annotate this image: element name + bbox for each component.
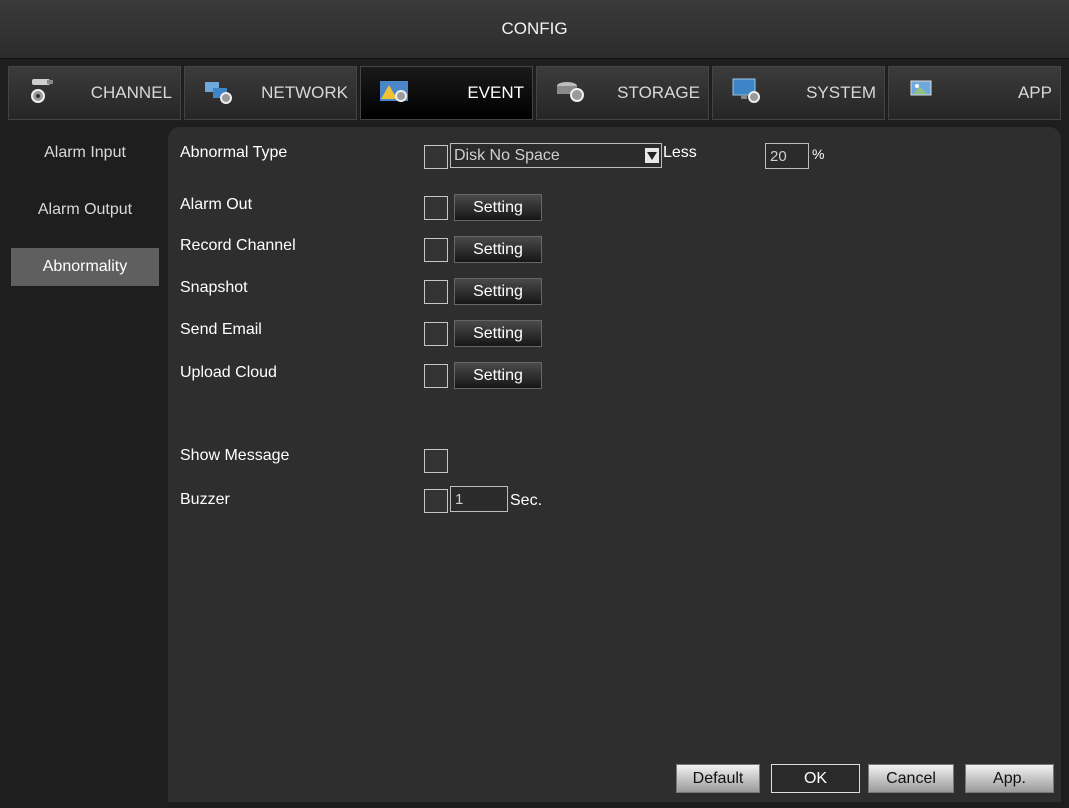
- cancel-button[interactable]: Cancel: [868, 764, 954, 793]
- sidebar-item-label: Abnormality: [42, 258, 128, 275]
- upload-cloud-checkbox[interactable]: [424, 364, 448, 388]
- tab-label: SYSTEM: [806, 83, 876, 102]
- sidebar-item-abnormality[interactable]: Abnormality: [11, 248, 159, 286]
- network-icon: [203, 77, 235, 105]
- less-label: Less: [663, 144, 697, 161]
- tab-network[interactable]: NETWORK: [184, 66, 357, 120]
- tab-app[interactable]: APP: [888, 66, 1061, 120]
- abnormal-type-label: Abnormal Type: [180, 144, 288, 161]
- window-title: CONFIG: [501, 19, 568, 38]
- apply-button[interactable]: App.: [965, 764, 1054, 793]
- tab-label: EVENT: [467, 83, 524, 102]
- tab-event[interactable]: EVENT: [360, 66, 533, 120]
- tab-label: NETWORK: [261, 83, 348, 102]
- sidebar-item-label: Alarm Output: [37, 201, 133, 218]
- sidebar-item-alarm-input[interactable]: Alarm Input: [11, 134, 159, 172]
- upload-cloud-setting-button[interactable]: Setting: [454, 362, 542, 389]
- send-email-label: Send Email: [180, 321, 262, 338]
- sidebar: Alarm Input Alarm Output Abnormality: [11, 134, 159, 305]
- event-icon: [379, 77, 411, 105]
- tab-label: APP: [1017, 83, 1052, 102]
- upload-cloud-label: Upload Cloud: [180, 364, 277, 381]
- tab-label: STORAGE: [617, 83, 700, 102]
- abnormal-type-value: Disk No Space: [454, 146, 560, 164]
- ok-button[interactable]: OK: [771, 764, 860, 793]
- percent-input[interactable]: 20: [765, 143, 809, 169]
- alarm-out-checkbox[interactable]: [424, 196, 448, 220]
- app-icon: [907, 77, 939, 105]
- buzzer-duration-input[interactable]: 1: [450, 486, 508, 512]
- snapshot-setting-button[interactable]: Setting: [454, 278, 542, 305]
- title-bar: CONFIG: [0, 0, 1069, 59]
- tab-system[interactable]: SYSTEM: [712, 66, 885, 120]
- record-channel-label: Record Channel: [180, 237, 296, 254]
- chevron-down-icon: [645, 148, 659, 163]
- sidebar-item-label: Alarm Input: [44, 144, 126, 161]
- buzzer-unit: Sec.: [510, 492, 543, 509]
- tab-bar: CHANNEL NETWORK EVENT STORAGE SYSTEM APP: [8, 66, 1061, 120]
- storage-icon: [555, 77, 587, 105]
- buzzer-duration-value: 1: [455, 490, 464, 508]
- buzzer-label: Buzzer: [180, 491, 230, 508]
- record-channel-checkbox[interactable]: [424, 238, 448, 262]
- show-message-checkbox[interactable]: [424, 449, 448, 473]
- show-message-label: Show Message: [180, 447, 290, 464]
- tab-storage[interactable]: STORAGE: [536, 66, 709, 120]
- snapshot-label: Snapshot: [180, 279, 248, 296]
- abnormal-type-select[interactable]: Disk No Space: [450, 143, 662, 168]
- tab-channel[interactable]: CHANNEL: [8, 66, 181, 120]
- buzzer-checkbox[interactable]: [424, 489, 448, 513]
- snapshot-checkbox[interactable]: [424, 280, 448, 304]
- abnormal-type-checkbox[interactable]: [424, 145, 448, 169]
- sidebar-item-alarm-output[interactable]: Alarm Output: [11, 191, 159, 229]
- tab-label: CHANNEL: [90, 83, 172, 102]
- alarm-out-setting-button[interactable]: Setting: [454, 194, 542, 221]
- send-email-setting-button[interactable]: Setting: [454, 320, 542, 347]
- record-channel-setting-button[interactable]: Setting: [454, 236, 542, 263]
- channel-icon: [27, 77, 59, 105]
- percent-unit: %: [812, 146, 825, 162]
- abnormality-panel: Abnormal Type Disk No Space Less 20 % Al…: [168, 127, 1061, 802]
- default-button[interactable]: Default: [676, 764, 760, 793]
- system-icon: [731, 77, 763, 105]
- send-email-checkbox[interactable]: [424, 322, 448, 346]
- percent-value: 20: [770, 147, 787, 165]
- alarm-out-label: Alarm Out: [180, 196, 253, 213]
